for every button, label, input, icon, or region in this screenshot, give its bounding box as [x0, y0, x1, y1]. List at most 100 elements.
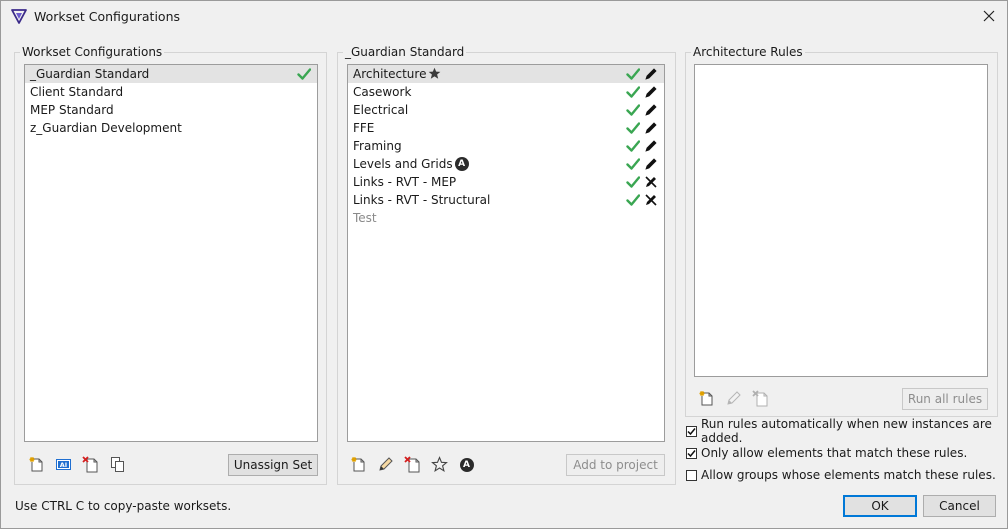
configuration-item[interactable]: z_Guardian Development	[25, 119, 317, 137]
edit-rule-button[interactable]	[724, 389, 743, 408]
auto-assign-badge-icon: A	[454, 157, 469, 171]
workset-item[interactable]: Levels and Grids A	[348, 155, 664, 173]
rule-option[interactable]: Allow groups whose elements match these …	[686, 467, 996, 483]
checkmark-icon	[626, 194, 640, 206]
architecture-rules-title: Architecture Rules	[691, 44, 805, 60]
configuration-label: z_Guardian Development	[30, 121, 182, 135]
close-icon	[983, 10, 995, 22]
checkmark-icon	[626, 86, 640, 98]
workset-label: FFE	[353, 121, 375, 135]
checkmark-icon	[626, 140, 640, 152]
edit-workset-button[interactable]	[376, 455, 395, 474]
option-label: Only allow elements that match these rul…	[701, 446, 968, 460]
new-icon	[351, 457, 365, 472]
configuration-item[interactable]: _Guardian Standard	[25, 65, 317, 83]
workset-item[interactable]: FFE	[348, 119, 664, 137]
ok-button[interactable]: OK	[843, 495, 917, 517]
dialog-window: Workset Configurations Workset Configura…	[0, 0, 1008, 529]
workset-label: Links - RVT - Structural	[353, 193, 491, 207]
workset-status-icons	[626, 157, 658, 171]
workset-item[interactable]: Links - RVT - MEP	[348, 173, 664, 191]
option-checkbox[interactable]	[686, 447, 697, 459]
configurations-list[interactable]: _Guardian Standard Client Standard MEP Sta…	[24, 64, 318, 442]
cancel-button[interactable]: Cancel	[923, 495, 996, 517]
new-rule-button[interactable]	[697, 389, 716, 408]
workset-status-icons	[626, 85, 658, 99]
unassign-set-button[interactable]: Unassign Set	[228, 454, 318, 476]
workset-item[interactable]: Links - RVT - Structural	[348, 191, 664, 209]
app-logo-icon	[11, 8, 27, 24]
workset-item[interactable]: Framing	[348, 137, 664, 155]
workset-configurations-group: Workset Configurations _Guardian Standar…	[14, 44, 327, 485]
delete-icon	[82, 456, 98, 473]
option-label: Allow groups whose elements match these …	[701, 468, 996, 482]
configurations-toolbar: AI	[27, 455, 127, 474]
workset-status-icons	[626, 103, 658, 117]
workset-status-icons	[626, 67, 658, 81]
rule-option[interactable]: Run rules automatically when new instanc…	[686, 417, 1007, 445]
default-workset-button[interactable]	[430, 455, 449, 474]
architecture-rules-group: Architecture Rules Run all rules	[685, 44, 998, 417]
new-config-button[interactable]	[27, 455, 46, 474]
workset-status-icons	[626, 139, 658, 153]
workset-label: Test	[353, 211, 377, 225]
workset-label: Casework	[353, 85, 412, 99]
option-checkbox[interactable]	[686, 469, 697, 481]
rename-config-button[interactable]: AI	[54, 455, 73, 474]
rules-list[interactable]	[694, 64, 988, 377]
checkmark-icon	[297, 68, 311, 80]
pencil-icon	[379, 457, 393, 471]
workset-status-icons	[626, 175, 658, 189]
delete-rule-button[interactable]	[751, 389, 770, 408]
window-title: Workset Configurations	[34, 9, 181, 24]
checkmark-icon	[626, 158, 640, 170]
worksets-group: _Guardian Standard Architecture Casework E…	[337, 44, 676, 485]
new-workset-button[interactable]	[349, 455, 368, 474]
rule-option[interactable]: Only allow elements that match these rul…	[686, 445, 967, 461]
add-to-project-button[interactable]: Add to project	[566, 454, 665, 476]
workset-item[interactable]: Test	[348, 209, 664, 227]
workset-label: Architecture	[353, 67, 427, 81]
star-icon	[429, 67, 441, 79]
star-outline-icon	[431, 456, 448, 473]
workset-configurations-title: Workset Configurations	[20, 44, 165, 60]
rename-icon: AI	[56, 459, 71, 470]
title-bar: Workset Configurations	[1, 1, 1007, 32]
copy-config-button[interactable]	[108, 455, 127, 474]
worksets-list[interactable]: Architecture Casework Electrical FFE Framing…	[347, 64, 665, 442]
option-label: Run rules automatically when new instanc…	[701, 417, 992, 445]
configuration-item[interactable]: MEP Standard	[25, 101, 317, 119]
rules-toolbar	[697, 389, 770, 408]
workset-item[interactable]: Architecture	[348, 65, 664, 83]
run-all-rules-button[interactable]: Run all rules	[902, 388, 988, 410]
copy-icon	[111, 457, 124, 472]
checkmark-icon	[626, 68, 640, 80]
pencil-icon	[645, 158, 657, 170]
new-icon	[29, 457, 43, 472]
delete-workset-button[interactable]	[403, 455, 422, 474]
no-edit-icon	[645, 176, 657, 188]
delete-config-button[interactable]	[81, 455, 100, 474]
workset-label: Framing	[353, 139, 402, 153]
active-indicator	[297, 67, 311, 81]
option-checkbox[interactable]	[686, 425, 697, 437]
pencil-icon	[727, 391, 741, 405]
workset-item[interactable]: Casework	[348, 83, 664, 101]
copy-paste-hint: Use CTRL C to copy-paste worksets.	[15, 499, 232, 513]
workset-label: Levels and Grids	[353, 157, 453, 171]
auto-assign-button[interactable]: A	[457, 455, 476, 474]
a-badge-icon: A	[459, 457, 474, 472]
workset-label: Links - RVT - MEP	[353, 175, 457, 189]
close-button[interactable]	[977, 5, 1001, 27]
workset-item[interactable]: Electrical	[348, 101, 664, 119]
workset-label: Electrical	[353, 103, 409, 117]
workset-status-icons	[626, 121, 658, 135]
configuration-item[interactable]: Client Standard	[25, 83, 317, 101]
new-icon	[699, 391, 713, 406]
workset-status-icons	[626, 193, 658, 207]
checkmark-icon	[626, 122, 640, 134]
configuration-label: _Guardian Standard	[30, 67, 150, 81]
pencil-icon	[645, 104, 657, 116]
pencil-icon	[645, 68, 657, 80]
pencil-icon	[645, 86, 657, 98]
